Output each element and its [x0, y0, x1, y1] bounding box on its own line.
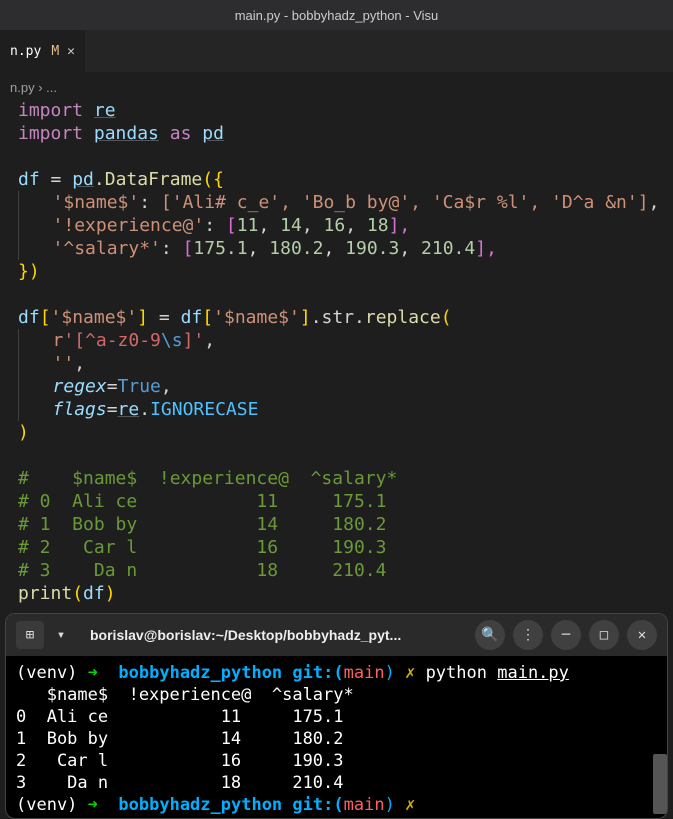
close-icon: ✕ — [638, 627, 646, 643]
minimize-icon: ─ — [562, 627, 570, 643]
code-line: df = pd.DataFrame({ — [18, 168, 655, 191]
terminal-output: $name$ !experience@ ^salary* — [16, 684, 657, 706]
chevron-down-icon: ▾ — [57, 627, 65, 643]
code-line: import re — [18, 99, 655, 122]
window-title-bar: main.py - bobbyhadz_python - Visu — [0, 0, 673, 30]
menu-icon: ⋮ — [521, 627, 535, 643]
code-line: import pandas as pd — [18, 122, 655, 145]
terminal-body[interactable]: (venv) ➜ bobbyhadz_python git:(main) ✗ p… — [6, 656, 667, 819]
breadcrumb[interactable]: n.py › ... — [0, 78, 673, 99]
code-line: '!experience@': [11, 14, 16, 18], — [18, 214, 655, 237]
terminal-line: (venv) ➜ bobbyhadz_python git:(main) ✗ p… — [16, 662, 657, 684]
code-line: r'[^a-z0-9\s]', — [18, 329, 655, 352]
minimize-button[interactable]: ─ — [551, 620, 581, 650]
breadcrumb-more: ... — [46, 80, 57, 95]
editor-tab-bar: n.py M ✕ bobbyhadz.com 📦 — [0, 30, 673, 72]
terminal-title: borislav@borislav:~/Desktop/bobbyhadz_py… — [78, 627, 467, 643]
search-button[interactable]: 🔍 — [475, 620, 505, 650]
window-title: main.py - bobbyhadz_python - Visu — [235, 8, 439, 23]
code-line: flags=re.IGNORECASE — [18, 398, 655, 421]
breadcrumb-file: n.py — [10, 80, 35, 95]
terminal-output: 2 Car l 16 190.3 — [16, 750, 657, 772]
dropdown-button[interactable]: ▾ — [52, 621, 70, 649]
new-tab-button[interactable]: ⊞ — [16, 621, 44, 649]
code-comment: # 1 Bob by 14 180.2 — [18, 513, 655, 536]
code-line: df['$name$'] = df['$name$'].str.replace( — [18, 306, 655, 329]
code-comment: # 3 Da n 18 210.4 — [18, 559, 655, 582]
terminal-output: 1 Bob by 14 180.2 — [16, 728, 657, 750]
tab-label: n.py — [10, 44, 41, 59]
plus-icon: ⊞ — [26, 627, 34, 643]
close-button[interactable]: ✕ — [627, 620, 657, 650]
tab-main-py[interactable]: n.py M ✕ — [0, 30, 85, 72]
terminal-output: 0 Ali ce 11 175.1 — [16, 706, 657, 728]
code-line: '$name$': ['Ali# c_e', 'Bo_b by@', 'Ca$r… — [18, 191, 655, 214]
maximize-button[interactable]: □ — [589, 620, 619, 650]
menu-button[interactable]: ⋮ — [513, 620, 543, 650]
code-line: }) — [18, 260, 655, 283]
scrollbar-thumb[interactable] — [653, 754, 667, 814]
breadcrumb-sep: › — [38, 80, 42, 95]
close-icon[interactable]: ✕ — [67, 44, 75, 59]
code-editor[interactable]: import re import pandas as pd df = pd.Da… — [0, 99, 673, 615]
code-comment: # $name$ !experience@ ^salary* — [18, 467, 655, 490]
tab-modified-indicator: M — [51, 44, 59, 59]
code-comment: # 0 Ali ce 11 175.1 — [18, 490, 655, 513]
terminal-header: ⊞ ▾ borislav@borislav:~/Desktop/bobbyhad… — [6, 614, 667, 656]
search-icon: 🔍 — [481, 627, 498, 643]
maximize-icon: □ — [600, 627, 608, 643]
terminal-panel: ⊞ ▾ borislav@borislav:~/Desktop/bobbyhad… — [5, 613, 668, 819]
terminal-output: 3 Da n 18 210.4 — [16, 772, 657, 794]
code-comment: # 2 Car l 16 190.3 — [18, 536, 655, 559]
code-line: '', — [18, 352, 655, 375]
code-line: print(df) — [18, 582, 655, 605]
code-line: '^salary*': [175.1, 180.2, 190.3, 210.4]… — [18, 237, 655, 260]
code-line: regex=True, — [18, 375, 655, 398]
code-line: ) — [18, 421, 655, 444]
terminal-line: (venv) ➜ bobbyhadz_python git:(main) ✗ — [16, 794, 657, 816]
